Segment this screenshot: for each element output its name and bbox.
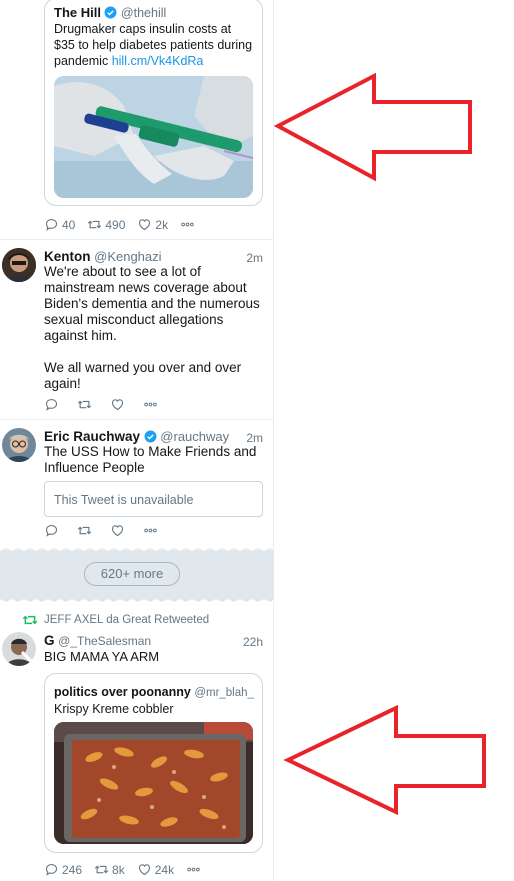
more-options-button[interactable] <box>143 523 158 538</box>
reply-icon <box>45 863 58 876</box>
like-button[interactable]: 2k <box>137 217 168 232</box>
tweet-timestamp[interactable]: 2m <box>246 431 263 445</box>
reply-button[interactable]: 40 <box>44 217 75 232</box>
tweet-actions <box>44 523 158 538</box>
like-button[interactable] <box>110 397 125 412</box>
like-button[interactable] <box>110 523 125 538</box>
insulin-pen-illustration <box>54 76 253 198</box>
show-more-button[interactable]: 620+ more <box>84 562 180 586</box>
tweet-paragraph: We're about to see a lot of mainstream n… <box>44 264 260 343</box>
cobbler-photo[interactable] <box>54 722 253 844</box>
retweet-icon <box>77 400 92 409</box>
reply-icon <box>45 524 58 537</box>
timeline-column: The Hill @thehill Drugmaker caps insulin… <box>0 0 274 881</box>
tweet-header: Kenton @Kenghazi <box>44 249 263 264</box>
annotation-arrow-bottom <box>283 704 486 816</box>
retweet-button[interactable]: 490 <box>87 217 125 232</box>
heart-icon <box>139 219 151 231</box>
quoted-author-name: The Hill <box>54 5 101 20</box>
like-count: 24k <box>154 862 175 877</box>
insulin-pen-photo[interactable] <box>54 76 253 198</box>
retweet-count: 490 <box>105 217 126 232</box>
tweet-text: The USS How to Make Friends and Influenc… <box>44 444 257 475</box>
tweet-paragraph: We all warned you over and over again! <box>44 360 242 391</box>
author-name[interactable]: Eric Rauchway <box>44 429 140 444</box>
author-name[interactable]: G <box>44 633 55 648</box>
user-avatar-image <box>2 428 36 462</box>
retweeted-indicator-icon <box>22 613 38 627</box>
tweet-text: We're about to see a lot of mainstream n… <box>44 264 269 392</box>
retweet-context[interactable]: JEFF AXEL da Great Retweeted <box>44 614 209 626</box>
retweet-button[interactable] <box>77 397 92 412</box>
reply-count: 246 <box>62 862 83 877</box>
like-button[interactable]: 24k <box>137 862 174 877</box>
cobbler-pan-illustration <box>54 722 253 844</box>
reply-icon <box>45 398 58 411</box>
reply-button[interactable] <box>44 523 59 538</box>
more-options-button[interactable] <box>186 862 201 877</box>
like-count: 2k <box>155 217 169 232</box>
avatar[interactable] <box>2 632 36 666</box>
heart-icon <box>111 525 124 537</box>
author-handle[interactable]: @Kenghazi <box>94 249 161 264</box>
retweet-button[interactable]: 8k <box>94 862 125 877</box>
ellipsis-icon <box>144 402 157 407</box>
ellipsis-icon <box>144 528 157 533</box>
verified-badge-icon <box>144 430 157 443</box>
tweet-divider <box>0 419 274 420</box>
retweet-count: 8k <box>112 862 125 877</box>
retweet-icon <box>77 526 92 535</box>
reply-icon <box>45 218 58 231</box>
article-link[interactable]: hill.cm/Vk4KdRa <box>112 54 204 68</box>
annotation-arrow-top <box>273 72 472 182</box>
quoted-tweet-text: Krispy Kreme cobbler <box>54 702 174 716</box>
quoted-tweet-text: Drugmaker caps insulin costs at $35 to h… <box>54 21 254 69</box>
author-name[interactable]: Kenton <box>44 249 91 264</box>
author-handle[interactable]: @rauchway <box>160 429 229 444</box>
more-options-button[interactable] <box>180 217 195 232</box>
avatar[interactable] <box>2 248 36 282</box>
tweet-timestamp[interactable]: 22h <box>243 635 263 649</box>
tweet-header: Eric Rauchway @rauchway <box>44 429 263 444</box>
avatar[interactable] <box>2 428 36 462</box>
quoted-author-handle: @mr_blah_... <box>194 687 254 699</box>
quoted-tweet-card[interactable]: politics over poonanny @mr_blah_... Kris… <box>44 673 263 853</box>
author-handle[interactable]: @_TheSalesman <box>58 634 151 648</box>
quoted-author-name: politics over poonanny <box>54 685 191 699</box>
quoted-author-handle: @thehill <box>120 6 167 20</box>
tweet-header: G @_TheSalesman <box>44 633 263 648</box>
retweet-icon <box>88 220 102 229</box>
ellipsis-icon <box>187 867 200 872</box>
unavailable-message: This Tweet is unavailable <box>54 493 194 507</box>
quoted-tweet-header: The Hill @thehill <box>54 5 166 20</box>
reply-button[interactable]: 246 <box>44 862 82 877</box>
tweet-actions <box>44 397 158 412</box>
tweet-actions: 40 490 2k <box>44 217 195 232</box>
reply-count: 40 <box>62 217 76 232</box>
retweet-icon <box>94 865 109 874</box>
tweet-text: BIG MAMA YA ARM <box>44 649 160 664</box>
verified-badge-icon <box>104 6 117 19</box>
user-avatar-image <box>2 632 36 666</box>
heart-icon <box>111 399 124 411</box>
tweet-divider <box>0 239 274 240</box>
quoted-tweet-card[interactable]: The Hill @thehill Drugmaker caps insulin… <box>44 0 263 206</box>
heart-icon <box>138 864 150 876</box>
quoted-tweet-header: politics over poonanny @mr_blah_... <box>54 685 254 699</box>
user-avatar-image <box>2 248 36 282</box>
unavailable-tweet-card: This Tweet is unavailable <box>44 481 263 517</box>
tweet-actions: 246 8k 24k <box>44 862 201 877</box>
ellipsis-icon <box>181 222 194 227</box>
tweet-timestamp[interactable]: 2m <box>246 251 263 265</box>
more-options-button[interactable] <box>143 397 158 412</box>
reply-button[interactable] <box>44 397 59 412</box>
retweet-button[interactable] <box>77 523 92 538</box>
